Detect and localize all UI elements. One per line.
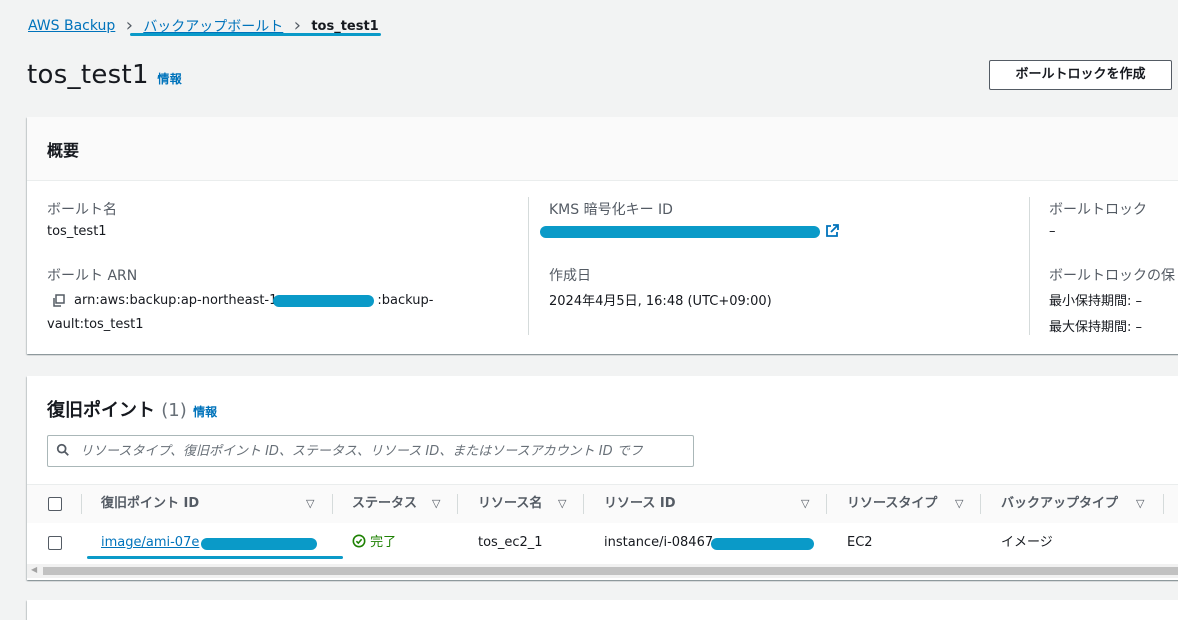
kms-key-label: KMS 暗号化キー ID: [549, 202, 673, 218]
column-header-backup-type[interactable]: バックアップタイプ: [1001, 485, 1118, 523]
check-circle-icon: [352, 534, 370, 550]
scrollbar-thumb[interactable]: [43, 567, 1178, 575]
status-cell: 完了: [352, 523, 396, 563]
column-divider: [528, 197, 529, 335]
redaction-mark: [201, 538, 317, 550]
recovery-points-count: (1): [161, 400, 187, 421]
vault-lock-value: –: [1049, 224, 1056, 239]
chevron-right-icon: ›: [293, 15, 301, 36]
info-link[interactable]: 情報: [193, 405, 217, 419]
row-checkbox[interactable]: [48, 536, 62, 550]
annotation-underline: [87, 556, 343, 559]
summary-panel: 概要 ボールト名 tos_test1 ボールト ARN arn:aws:back…: [27, 117, 1178, 354]
scroll-left-icon[interactable]: ◀: [31, 565, 37, 574]
column-divider: [980, 494, 981, 514]
search-icon: [48, 442, 78, 461]
horizontal-scrollbar[interactable]: ◀: [27, 564, 1178, 578]
resource-type-cell: EC2: [847, 535, 873, 550]
sort-down-icon[interactable]: ▽: [306, 485, 314, 523]
vault-lock-retention-label: ボールトロックの保: [1049, 268, 1175, 284]
column-divider: [583, 494, 584, 514]
column-divider: [332, 494, 333, 514]
recovery-points-title: 復旧ポイント: [47, 400, 155, 421]
backup-type-cell: イメージ: [1001, 535, 1053, 550]
page-title: tos_test1 情報: [27, 60, 182, 90]
min-retention: 最小保持期間: –: [1049, 294, 1143, 309]
vault-name-value: tos_test1: [47, 224, 107, 239]
next-panel: [27, 600, 1178, 620]
redaction-mark: [540, 226, 820, 238]
sort-down-icon[interactable]: ▽: [432, 485, 440, 523]
create-vault-lock-button[interactable]: ボールトロックを作成: [989, 60, 1172, 90]
column-divider: [826, 494, 827, 514]
vault-arn-suffix: :backup-: [377, 293, 434, 308]
vault-arn-prefix: arn:aws:backup:ap-northeast-1: [74, 293, 278, 308]
table-row: image/ami-07e 完了 tos_ec2_1 instance/i-08…: [27, 523, 1178, 563]
resource-id-cell: instance/i-08467: [604, 535, 714, 550]
chevron-right-icon: ›: [125, 15, 133, 36]
select-all-checkbox[interactable]: [48, 497, 62, 511]
max-retention: 最大保持期間: –: [1049, 320, 1143, 335]
created-value: 2024年4月5日, 16:48 (UTC+09:00): [549, 294, 772, 309]
external-link-icon[interactable]: [824, 223, 840, 239]
search-box[interactable]: [47, 435, 694, 467]
annotation-underline: [130, 33, 381, 36]
status-text: 完了: [370, 535, 397, 550]
column-divider: [1029, 197, 1030, 335]
redaction-mark: [273, 295, 374, 307]
sort-down-icon[interactable]: ▽: [558, 485, 566, 523]
breadcrumb-aws-backup[interactable]: AWS Backup: [28, 18, 115, 34]
sort-down-icon[interactable]: ▽: [955, 485, 963, 523]
summary-heading: 概要: [47, 141, 80, 160]
vault-lock-label: ボールトロック: [1049, 202, 1147, 218]
search-input[interactable]: [78, 442, 692, 460]
vault-arn-label: ボールト ARN: [47, 268, 138, 284]
column-divider: [81, 494, 82, 514]
column-header-recovery-point-id[interactable]: 復旧ポイント ID: [101, 485, 199, 523]
vault-name-label: ボールト名: [47, 202, 117, 218]
table-header: 復旧ポイント ID ▽ ステータス ▽ リソース名 ▽ リソース ID ▽ リソ…: [27, 484, 1178, 524]
column-divider: [457, 494, 458, 514]
column-header-status[interactable]: ステータス: [352, 485, 417, 523]
summary-header: 概要: [27, 117, 1178, 181]
sort-down-icon[interactable]: ▽: [1136, 485, 1144, 523]
resource-name-cell: tos_ec2_1: [478, 535, 543, 550]
created-label: 作成日: [549, 268, 591, 284]
info-link[interactable]: 情報: [157, 72, 182, 86]
recovery-points-panel: 復旧ポイント (1) 情報 復旧ポイント ID ▽ ステータス ▽ リソース名 …: [27, 376, 1178, 580]
vault-arn-value: arn:aws:backup:ap-northeast-1 :backup-: [74, 293, 433, 308]
column-header-resource-name[interactable]: リソース名: [478, 485, 542, 523]
page-title-text: tos_test1: [27, 60, 149, 90]
column-divider: [1163, 494, 1164, 514]
sort-down-icon[interactable]: ▽: [801, 485, 809, 523]
recovery-points-heading: 復旧ポイント (1) 情報: [47, 396, 217, 422]
redaction-mark: [711, 538, 814, 550]
copy-icon[interactable]: [51, 293, 67, 309]
vault-arn-line2: vault:tos_test1: [47, 317, 144, 332]
column-header-resource-id[interactable]: リソース ID: [604, 485, 676, 523]
breadcrumb-current: tos_test1: [311, 18, 379, 34]
column-header-resource-type[interactable]: リソースタイプ: [847, 485, 937, 523]
